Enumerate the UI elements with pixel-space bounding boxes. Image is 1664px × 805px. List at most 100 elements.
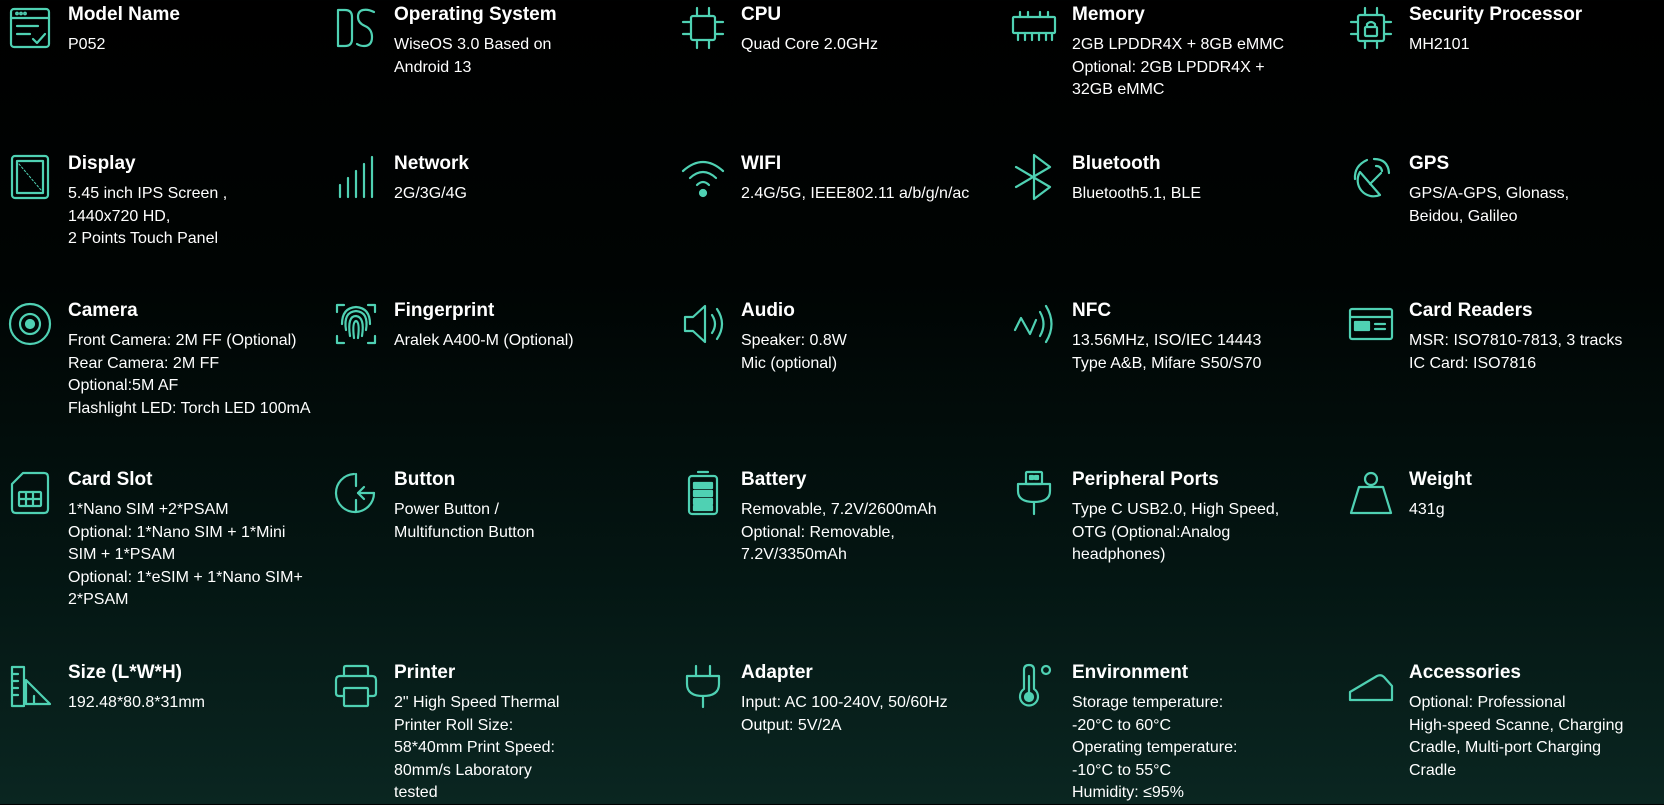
spec-value: Speaker: 0.8W Mic (optional) bbox=[741, 330, 1001, 375]
spec-text: Memory 2GB LPDDR4X + 8GB eMMC Optional: 2G… bbox=[1072, 4, 1332, 102]
memory-module-icon bbox=[1010, 4, 1058, 52]
spec-text: Accessories Optional: Professional High-sp… bbox=[1409, 662, 1664, 782]
spec-value-line: Type C USB2.0, High Speed, bbox=[1072, 501, 1280, 518]
spec-text: Card Readers MSR: ISO7810-7813, 3 tracks I… bbox=[1409, 300, 1664, 375]
wifi-icon bbox=[679, 153, 727, 201]
spec-value-line: Cradle, Multi-port Charging bbox=[1409, 739, 1602, 756]
spec-value-line: WiseOS 3.0 Based on bbox=[394, 36, 552, 53]
spec-text: Model Name P052 bbox=[68, 4, 328, 57]
spec-value-line: OTG (Optional:Analog bbox=[1072, 523, 1231, 541]
spec-value-line: 13.56MHz, ISO/IEC 14443 bbox=[1072, 332, 1262, 349]
spec-text: NFC 13.56MHz, ISO/IEC 14443 Type A&B, Mifa… bbox=[1072, 300, 1332, 375]
spec-text: Bluetooth Bluetooth5.1, BLE bbox=[1072, 153, 1332, 206]
weight-icon bbox=[1347, 469, 1395, 517]
spec-value-line: -10°C to 55°C bbox=[1072, 761, 1172, 779]
spec-value-line: Input: AC 100-240V, 50/60Hz bbox=[741, 694, 948, 711]
spec-value-line: tested bbox=[394, 784, 438, 801]
spec-value-line: 7.2V/3350mAh bbox=[741, 546, 847, 563]
spec-text: Environment Storage temperature: -20°C to … bbox=[1072, 662, 1332, 805]
usb-plug-icon bbox=[1010, 469, 1058, 517]
spec-value-line: 192.48*80.8*31mm bbox=[68, 694, 205, 711]
printer-icon bbox=[332, 662, 380, 710]
spec-value-line: Optional: Removable, bbox=[741, 523, 895, 541]
spec-text: Battery Removable, 7.2V/2600mAh Optional: … bbox=[741, 469, 1001, 567]
spec-text: Weight 431g bbox=[1409, 469, 1664, 522]
display-screen-icon bbox=[6, 153, 54, 201]
spec-title: Accessories bbox=[1409, 662, 1521, 683]
spec-title: Camera bbox=[68, 300, 138, 321]
spec-value-line: Rear Camera: 2M FF bbox=[68, 354, 220, 372]
spec-value-line: 58*40mm Print Speed: bbox=[394, 739, 555, 756]
spec-text: WIFI 2.4G/5G, IEEE802.11 a/b/g/n/ac bbox=[741, 153, 1001, 206]
spec-value: 192.48*80.8*31mm bbox=[68, 692, 328, 715]
spec-value-line: Power Button / bbox=[394, 501, 499, 518]
form-check-icon bbox=[6, 4, 54, 52]
power-button-icon bbox=[332, 469, 380, 517]
spec-value-line: Quad Core 2.0GHz bbox=[741, 36, 878, 53]
spec-value-line: Front Camera: 2M FF (Optional) bbox=[68, 332, 297, 349]
thermometer-icon bbox=[1010, 662, 1058, 710]
spec-text: Adapter Input: AC 100-240V, 50/60Hz Output… bbox=[741, 662, 1001, 737]
spec-value-line: Beidou, Galileo bbox=[1409, 207, 1518, 225]
spec-title: Environment bbox=[1072, 662, 1189, 683]
spec-title: Fingerprint bbox=[394, 300, 495, 321]
battery-icon bbox=[679, 469, 727, 517]
spec-value-line: Output: 5V/2A bbox=[741, 716, 842, 734]
spec-value: Power Button / Multifunction Button bbox=[394, 499, 654, 544]
spec-title: Security Processor bbox=[1409, 4, 1583, 25]
signal-bars-icon bbox=[332, 153, 380, 201]
spec-value: Removable, 7.2V/2600mAh Optional: Removab… bbox=[741, 499, 1001, 567]
satellite-dish-icon bbox=[1347, 153, 1395, 201]
spec-title: Display bbox=[68, 153, 136, 174]
spec-title: Weight bbox=[1409, 469, 1472, 490]
spec-text: Audio Speaker: 0.8W Mic (optional) bbox=[741, 300, 1001, 375]
spec-value-line: 5.45 inch IPS Screen , bbox=[68, 185, 228, 202]
spec-value: 5.45 inch IPS Screen , 1440x720 HD, 2 Poin… bbox=[68, 183, 328, 251]
spec-value: Optional: Professional High-speed Scanne,… bbox=[1409, 692, 1664, 782]
os-logo-icon bbox=[332, 4, 380, 52]
spec-value-line: Operating temperature: bbox=[1072, 739, 1238, 756]
spec-value-line: Humidity: ≤95% bbox=[1072, 784, 1184, 801]
spec-title: Button bbox=[394, 469, 456, 490]
spec-text: Peripheral Ports Type C USB2.0, High Spee… bbox=[1072, 469, 1332, 567]
spec-text: Button Power Button / Multifunction Button bbox=[394, 469, 654, 544]
spec-value-line: 2*PSAM bbox=[68, 591, 129, 608]
spec-value-line: GPS/A-GPS, Glonass, bbox=[1409, 185, 1570, 202]
spec-title: Peripheral Ports bbox=[1072, 469, 1219, 490]
spec-value-line: Bluetooth5.1, BLE bbox=[1072, 185, 1201, 202]
spec-value-line: 1440x720 HD, bbox=[68, 207, 171, 225]
spec-title: NFC bbox=[1072, 300, 1112, 321]
spec-value-line: Type A&B, Mifare S50/S70 bbox=[1072, 354, 1262, 372]
spec-title: Memory bbox=[1072, 4, 1145, 25]
spec-value-line: Android 13 bbox=[394, 58, 472, 76]
spec-title: CPU bbox=[741, 4, 782, 25]
spec-value-line: 2G/3G/4G bbox=[394, 185, 467, 202]
spec-value: Type C USB2.0, High Speed, OTG (Optional:… bbox=[1072, 499, 1332, 567]
spec-value-line: Optional: 2GB LPDDR4X + bbox=[1072, 58, 1265, 76]
power-plug-icon bbox=[679, 662, 727, 710]
cradle-icon bbox=[1347, 662, 1395, 710]
spec-value-line: IC Card: ISO7816 bbox=[1409, 354, 1537, 372]
spec-title: Card Slot bbox=[68, 469, 153, 490]
spec-text: Network 2G/3G/4G bbox=[394, 153, 654, 206]
spec-value-line: 2" High Speed Thermal bbox=[394, 694, 560, 711]
spec-title: Audio bbox=[741, 300, 795, 321]
spec-title: Battery bbox=[741, 469, 807, 490]
spec-title: Card Readers bbox=[1409, 300, 1533, 321]
spec-value: Storage temperature: -20°C to 60°C Operati… bbox=[1072, 692, 1332, 805]
spec-value: 431g bbox=[1409, 499, 1664, 522]
spec-title: Size (L*W*H) bbox=[68, 662, 182, 683]
spec-value: WiseOS 3.0 Based on Android 13 bbox=[394, 34, 654, 79]
spec-value: P052 bbox=[68, 34, 328, 57]
spec-value-line: Storage temperature: bbox=[1072, 694, 1224, 711]
spec-value: 2.4G/5G, IEEE802.11 a/b/g/n/ac bbox=[741, 183, 1001, 206]
spec-title: Model Name bbox=[68, 4, 180, 25]
spec-value-line: Removable, 7.2V/2600mAh bbox=[741, 501, 937, 518]
spec-value-line: Flashlight LED: Torch LED 100mA bbox=[68, 399, 311, 417]
spec-text: Security Processor MH2101 bbox=[1409, 4, 1664, 57]
spec-value-line: 2.4G/5G, IEEE802.11 a/b/g/n/ac bbox=[741, 185, 970, 202]
fingerprint-icon bbox=[332, 300, 380, 348]
secure-chip-icon bbox=[1347, 4, 1395, 52]
spec-value-line: -20°C to 60°C bbox=[1072, 716, 1172, 734]
spec-text: Size (L*W*H) 192.48*80.8*31mm bbox=[68, 662, 328, 715]
